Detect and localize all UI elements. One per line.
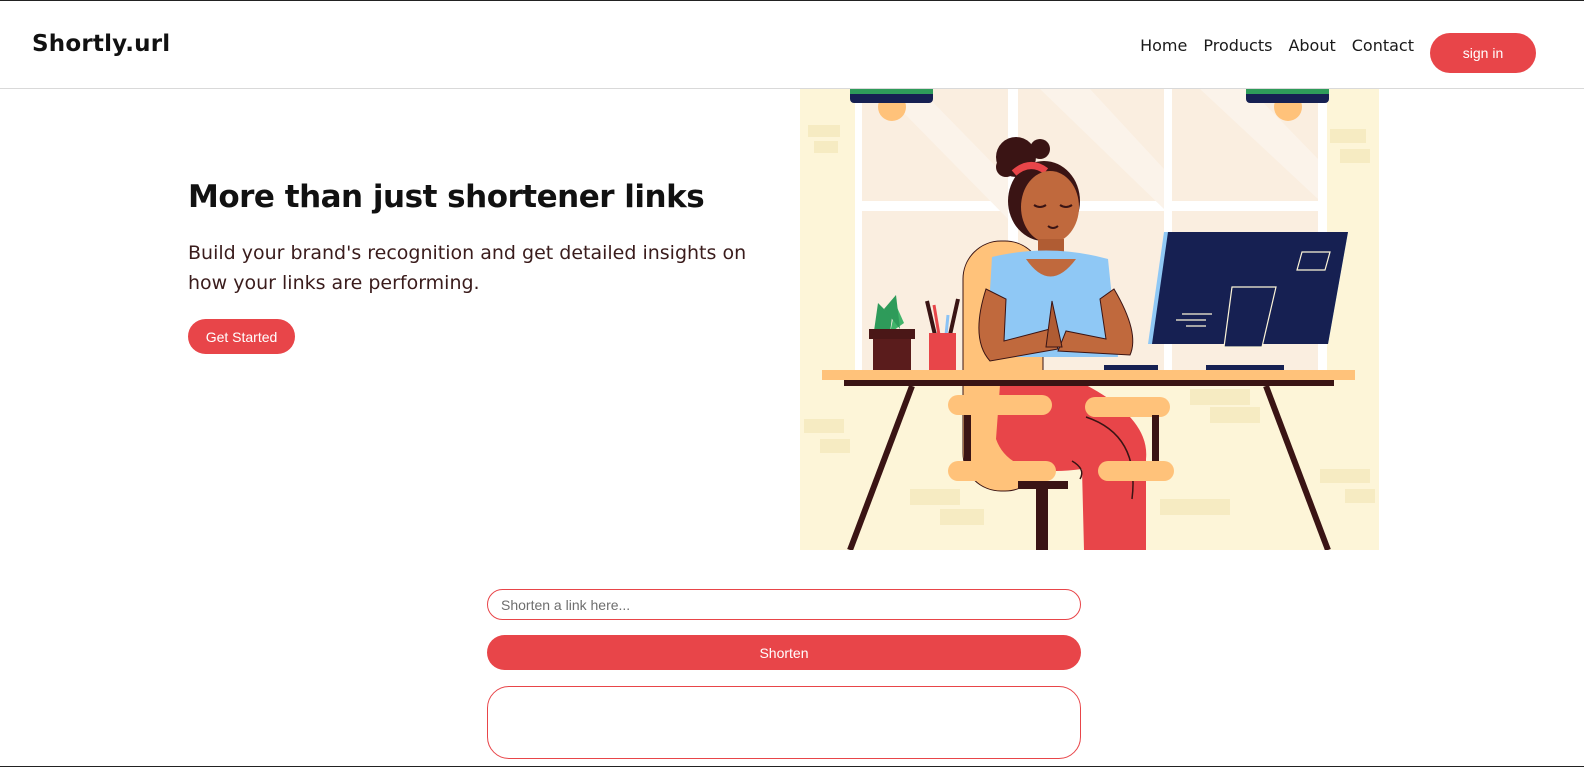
- shorten-url-input[interactable]: [487, 589, 1081, 620]
- site-logo[interactable]: Shortly.url: [32, 31, 170, 57]
- nav-link-about[interactable]: About: [1288, 36, 1335, 55]
- get-started-button[interactable]: Get Started: [188, 319, 295, 354]
- hero-title: More than just shortener links: [188, 179, 705, 215]
- nav-link-products[interactable]: Products: [1203, 36, 1272, 55]
- shorten-button[interactable]: Shorten: [487, 635, 1081, 670]
- shortened-result-box: [487, 686, 1081, 759]
- sign-in-button[interactable]: sign in: [1430, 33, 1536, 73]
- navbar: Shortly.url Home Products About Contact …: [0, 1, 1584, 89]
- hero-subtitle: Build your brand's recognition and get d…: [188, 242, 747, 294]
- nav-menu: Home Products About Contact: [1140, 36, 1414, 55]
- nav-link-contact[interactable]: Contact: [1352, 36, 1414, 55]
- window-bottom-border: [0, 766, 1584, 767]
- nav-link-home[interactable]: Home: [1140, 36, 1187, 55]
- hero-illustration: [800, 89, 1379, 550]
